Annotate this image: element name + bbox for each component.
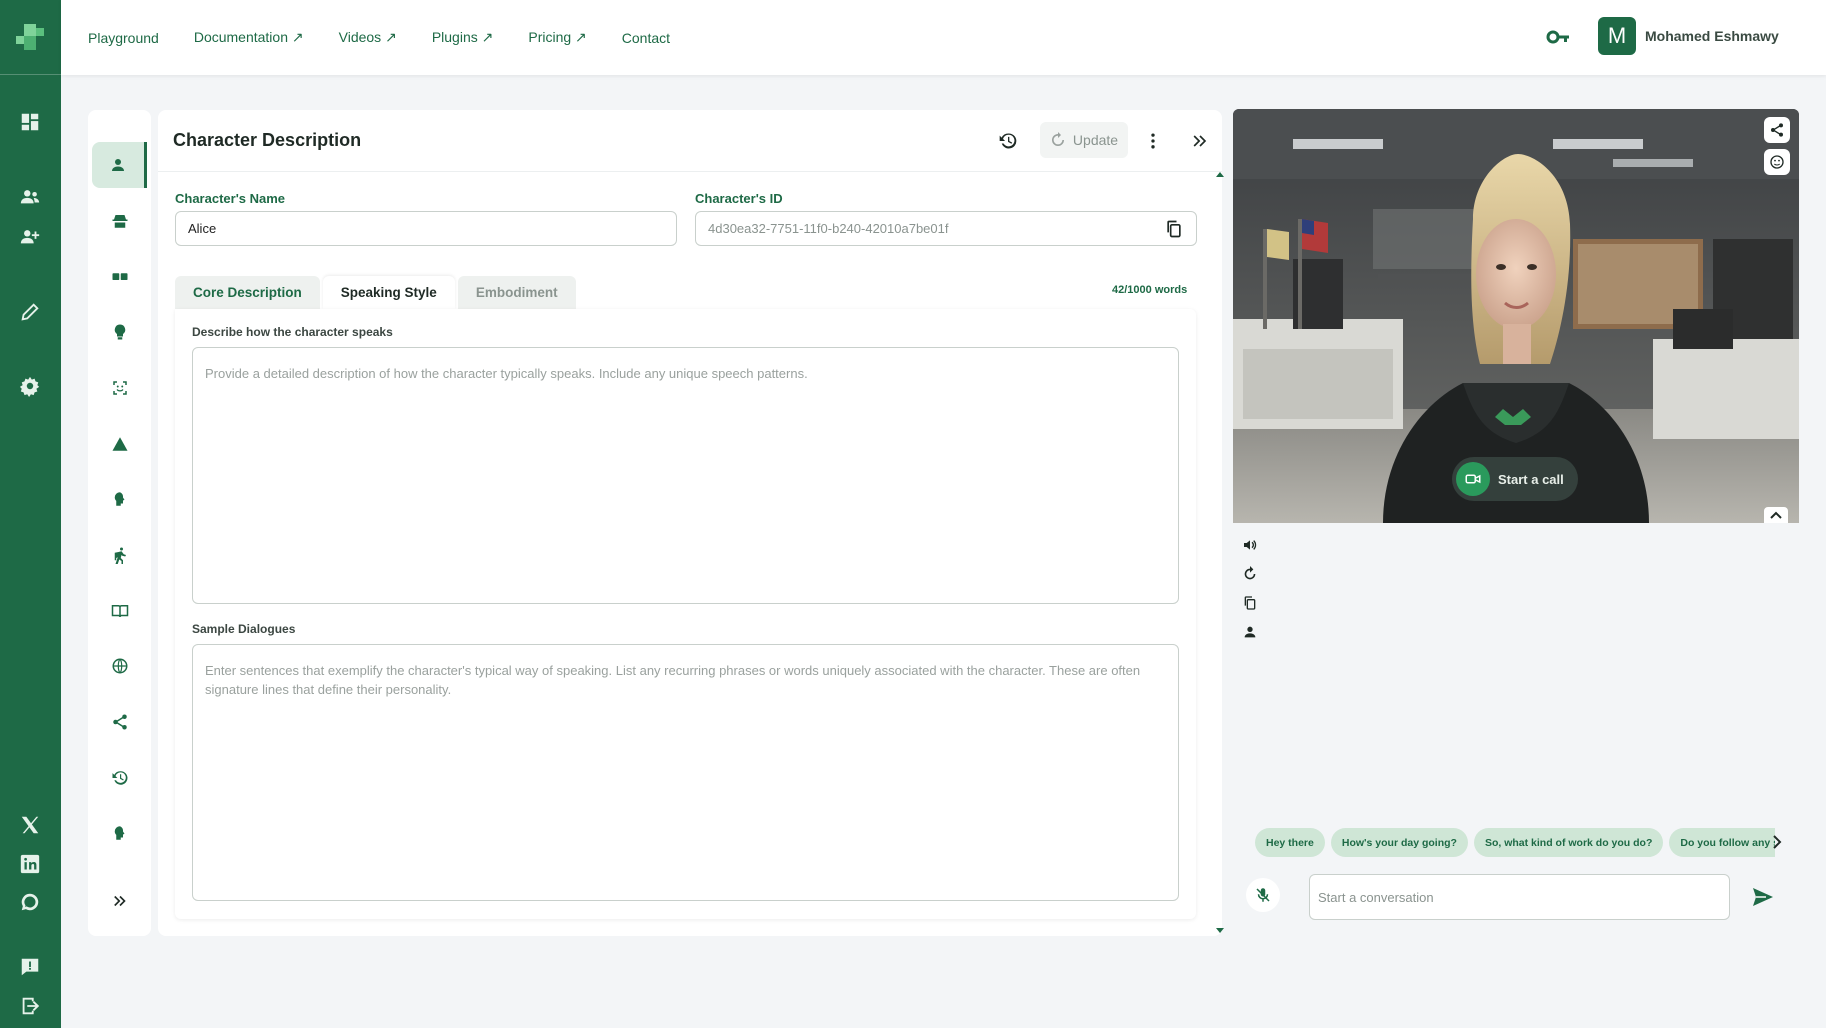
tab-speaking-style[interactable]: Speaking Style: [322, 276, 455, 309]
double-chevron-right-icon: [1193, 135, 1207, 147]
prompt-chip[interactable]: Hey there: [1255, 828, 1325, 857]
linkedin-icon[interactable]: [16, 850, 44, 878]
running-icon[interactable]: [92, 532, 147, 578]
tab-embodiment[interactable]: Embodiment: [457, 276, 576, 309]
app-rail: [0, 0, 61, 1028]
globe-icon[interactable]: [92, 643, 147, 689]
prompt-chip[interactable]: How's your day going?: [1330, 828, 1468, 857]
character-description-panel: Character Description Update Character's…: [158, 110, 1222, 936]
warning-icon[interactable]: [92, 421, 147, 467]
chat-bubble-icon[interactable]: [16, 888, 44, 916]
prompt-chip[interactable]: So, what kind of work do you do?: [1473, 828, 1664, 857]
copy-transcript-button[interactable]: [1238, 591, 1262, 615]
volume-icon: [1244, 540, 1257, 550]
history-button[interactable]: [995, 124, 1021, 158]
rail-divider: [0, 74, 61, 75]
x-twitter-icon[interactable]: [16, 811, 44, 839]
word-count: 42/1000 words: [1112, 284, 1188, 296]
share-icon[interactable]: [92, 699, 147, 745]
mic-button[interactable]: [1246, 878, 1280, 912]
page-title: Character Description: [173, 130, 362, 150]
copy-icon: [1244, 596, 1256, 610]
nav-contact[interactable]: Contact: [622, 30, 670, 46]
more-options-button[interactable]: [1143, 124, 1163, 158]
avatar[interactable]: M: [1598, 17, 1636, 55]
users-icon[interactable]: [16, 183, 44, 211]
nav-pricing[interactable]: Pricing ↗: [528, 29, 586, 46]
refresh-icon: [1244, 566, 1256, 580]
character-id-field[interactable]: 4d30ea32-7751-11f0-b240-42010a7be01f: [695, 211, 1197, 246]
speaking-description-label: Describe how the character speaks: [192, 325, 393, 339]
lightbulb-icon[interactable]: [92, 309, 147, 355]
customize-avatar-button[interactable]: [1764, 149, 1790, 175]
face-scan-icon[interactable]: [92, 365, 147, 411]
volume-button[interactable]: [1238, 533, 1262, 557]
spy-icon[interactable]: [92, 198, 147, 244]
share-icon: [1771, 123, 1783, 137]
nav-plugins[interactable]: Plugins ↗: [432, 29, 494, 46]
description-tabs: Core Description Speaking Style Embodime…: [175, 276, 576, 309]
prompt-chip[interactable]: Do you follow any sports?: [1669, 828, 1775, 857]
scroll-up-arrow[interactable]: [1216, 172, 1224, 177]
profile-button[interactable]: [1238, 620, 1262, 644]
character-id-value: 4d30ea32-7751-11f0-b240-42010a7be01f: [708, 221, 949, 236]
nav-playground[interactable]: Playground: [88, 30, 159, 46]
nav-videos[interactable]: Videos ↗: [339, 29, 397, 46]
chat-input[interactable]: [1309, 874, 1730, 920]
add-user-icon[interactable]: [16, 223, 44, 251]
character-avatar-scene: Start a call: [1233, 109, 1799, 523]
copy-icon[interactable]: [1164, 219, 1184, 239]
brain-icon[interactable]: [92, 810, 147, 856]
character-preview-panel: Start a call Hey there How's your day go…: [1233, 109, 1799, 936]
speaking-style-content: Describe how the character speaks Provid…: [175, 309, 1196, 919]
feedback-icon[interactable]: [16, 953, 44, 981]
tab-core-description[interactable]: Core Description: [175, 276, 320, 309]
more-vertical-icon: [1151, 133, 1155, 149]
video-camera-icon: [1456, 462, 1490, 496]
update-label: Update: [1072, 132, 1119, 148]
collapse-panel-button[interactable]: [1188, 124, 1212, 158]
api-key-icon[interactable]: [1546, 26, 1570, 48]
start-call-label: Start a call: [1498, 471, 1564, 487]
user-name[interactable]: Mohamed Eshmawy: [1645, 28, 1779, 44]
speaking-description-textarea[interactable]: Provide a detailed description of how th…: [192, 347, 1179, 604]
character-name-field[interactable]: Alice: [175, 211, 677, 246]
character-name-label: Character's Name: [175, 191, 286, 206]
history-icon: [999, 133, 1017, 149]
refresh-icon: [1051, 132, 1064, 146]
logout-icon[interactable]: [16, 992, 44, 1020]
update-button[interactable]: Update: [1040, 122, 1128, 158]
person-icon: [1244, 626, 1256, 638]
expand-sidebar-icon[interactable]: [92, 878, 147, 924]
person-icon[interactable]: [92, 142, 147, 188]
sample-dialogues-textarea[interactable]: Enter sentences that exemplify the chara…: [192, 644, 1179, 901]
suggested-prompts: Hey there How's your day going? So, what…: [1255, 828, 1775, 858]
share-button[interactable]: [1764, 117, 1790, 143]
header-divider: [158, 171, 1222, 172]
chevron-right-icon[interactable]: [1770, 833, 1784, 851]
id-card-icon[interactable]: [92, 254, 147, 300]
dashboard-icon[interactable]: [16, 108, 44, 136]
psychology-icon[interactable]: [92, 476, 147, 522]
top-nav: Playground Documentation ↗ Videos ↗ Plug…: [88, 0, 670, 75]
restart-button[interactable]: [1238, 562, 1262, 586]
app-logo[interactable]: [10, 22, 50, 56]
face-settings-icon: [1770, 155, 1784, 169]
mic-off-icon: [1256, 888, 1270, 902]
character-sections-sidebar: [88, 110, 151, 936]
scroll-down-arrow[interactable]: [1216, 928, 1224, 933]
chevron-up-icon: [1770, 511, 1782, 519]
sample-dialogues-label: Sample Dialogues: [192, 622, 296, 636]
collapse-video-button[interactable]: [1764, 507, 1788, 523]
send-icon[interactable]: [1751, 886, 1775, 908]
nav-documentation[interactable]: Documentation ↗: [194, 29, 304, 46]
settings-gear-icon[interactable]: [16, 372, 44, 400]
book-icon[interactable]: [92, 588, 147, 634]
top-bar: Playground Documentation ↗ Videos ↗ Plug…: [61, 0, 1826, 75]
history-icon[interactable]: [92, 755, 147, 801]
pen-icon[interactable]: [16, 298, 44, 326]
character-id-label: Character's ID: [695, 191, 783, 206]
start-call-button[interactable]: Start a call: [1452, 457, 1578, 501]
